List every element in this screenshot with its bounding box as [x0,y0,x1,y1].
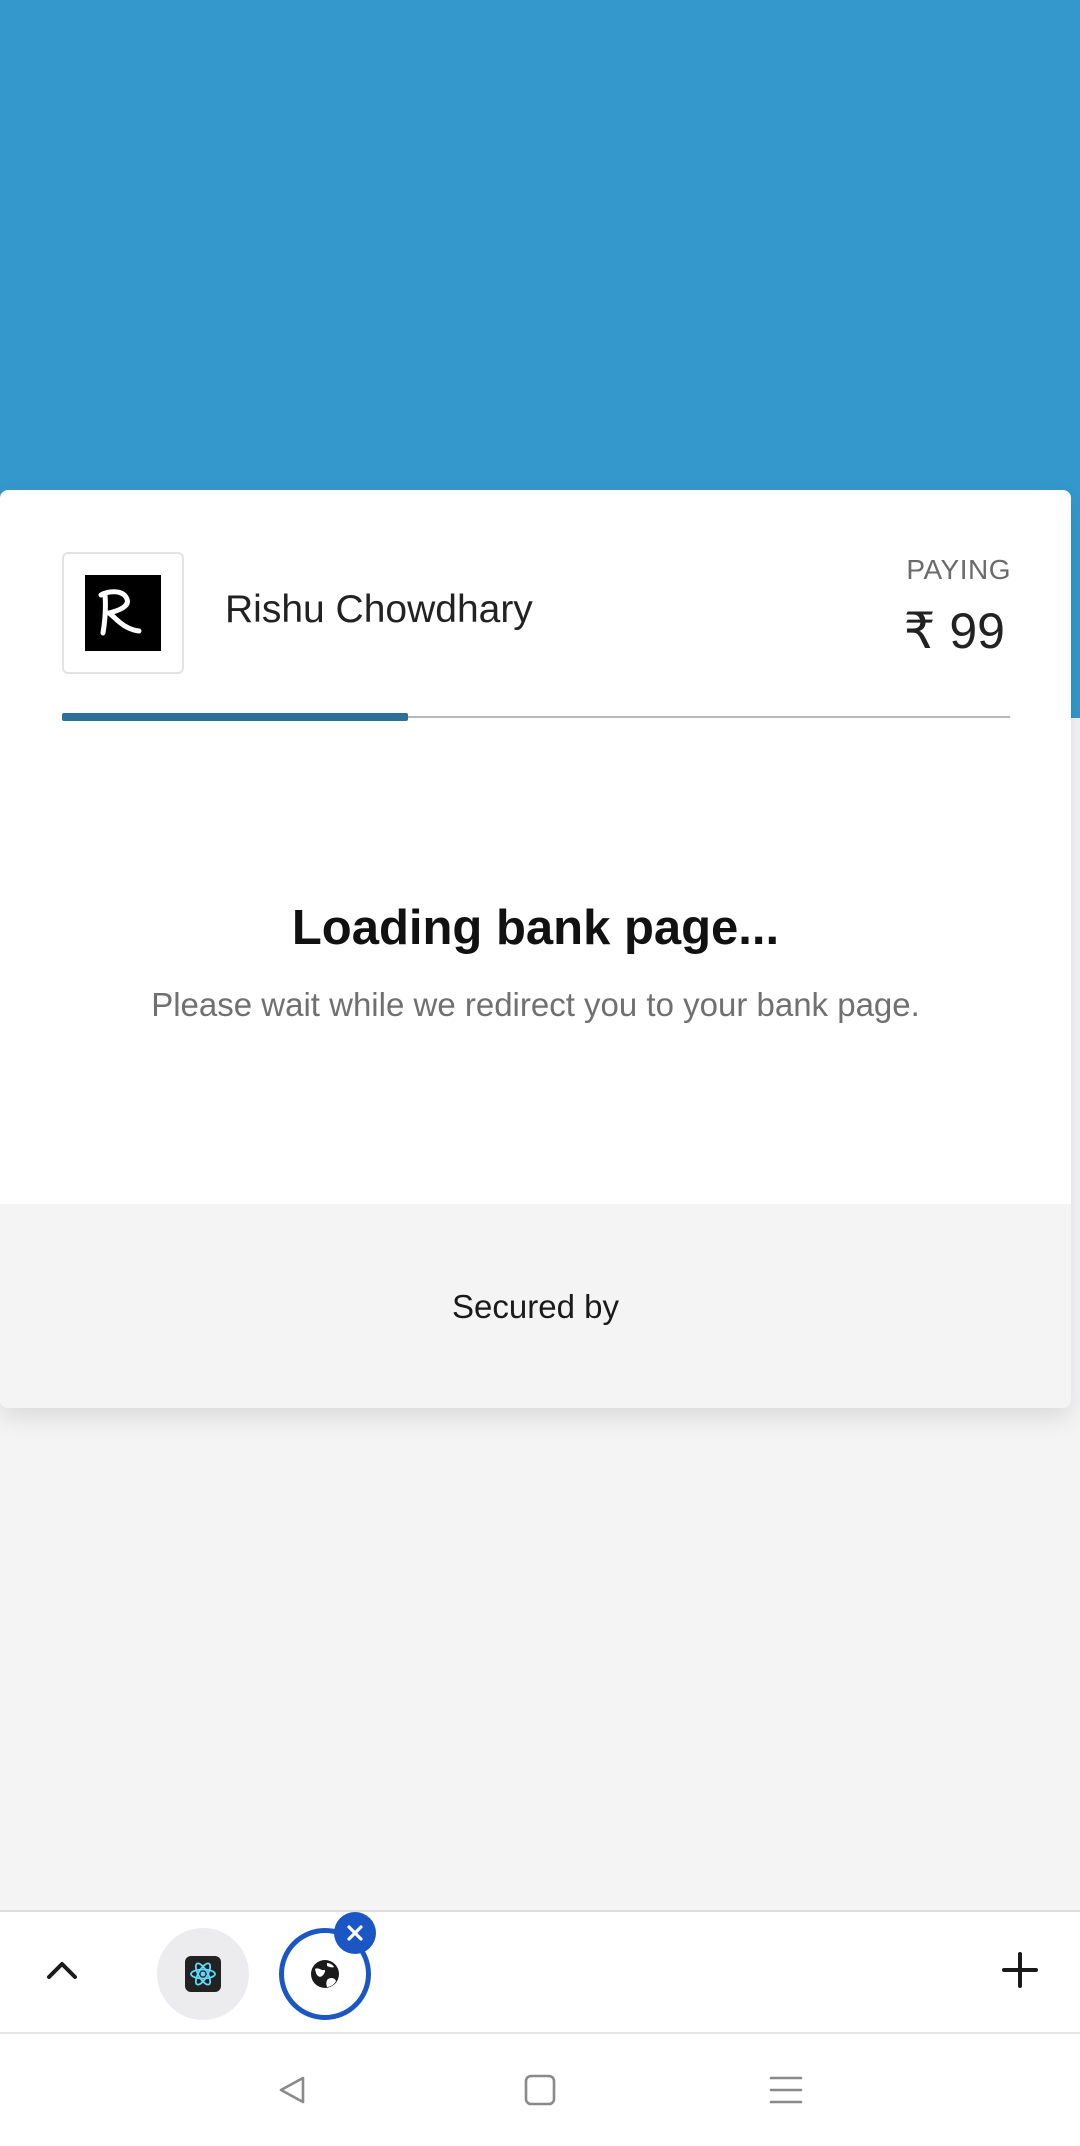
home-square-icon [524,2074,556,2106]
progress-bar [62,713,1010,721]
react-app-tile [185,1956,221,1992]
globe-icon [311,1960,339,1988]
nav-menu-button[interactable] [758,2062,814,2118]
plus-icon [1002,1952,1038,1988]
nav-back-button[interactable] [264,2062,320,2118]
expand-tabs-button[interactable] [30,1938,94,2002]
card-footer: Secured by [0,1204,1071,1408]
system-nav-bar [0,2034,1080,2146]
merchant-logo-glyph-icon [98,589,142,636]
close-icon [347,1925,363,1941]
merchant-logo [85,575,161,651]
chevron-up-icon [47,1962,77,1979]
payment-amount: ₹ 99 [903,603,1005,659]
secured-by-label: Secured by [452,1288,619,1325]
loading-subtitle: Please wait while we redirect you to you… [151,986,920,1023]
loading-title: Loading bank page... [291,901,780,955]
react-atom-icon [190,1962,216,1986]
close-tab-button[interactable] [334,1912,376,1954]
merchant-logo-frame [62,552,184,674]
new-tab-button[interactable] [988,1938,1052,2002]
progress-bar-fill [62,713,409,721]
payment-card: Rishu Chowdhary PAYING ₹ 99 Loading bank… [0,490,1071,1408]
tab-react-app[interactable] [157,1928,249,2020]
nav-home-button[interactable] [512,2062,568,2118]
browser-tab-bar [0,1910,1080,2034]
back-triangle-icon [279,2076,305,2104]
merchant-name: Rishu Chowdhary [225,588,533,631]
menu-lines-icon [769,2076,803,2104]
paying-label: PAYING [906,554,1011,585]
